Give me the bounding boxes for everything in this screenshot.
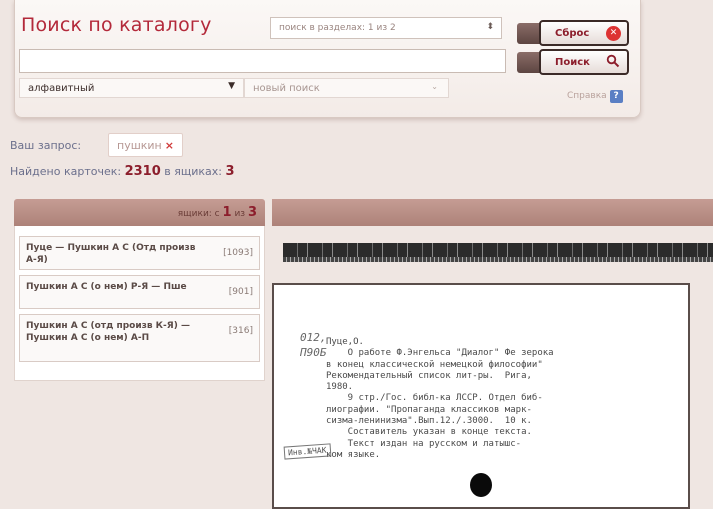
boxes-from: 1 — [222, 205, 232, 220]
box-count: [1093] — [223, 248, 253, 258]
help-link[interactable]: Справка? — [567, 90, 623, 103]
card-thumbnails-scale — [283, 257, 713, 262]
reset-button-label: Сброс — [555, 28, 590, 39]
search-panel: Поиск по каталогу поиск в разделах: 1 из… — [14, 0, 641, 118]
card-text: Пуце,О. О работе Ф.Энгельса "Диалог" Фе … — [326, 337, 554, 460]
search-input[interactable] — [19, 49, 506, 73]
updown-arrow-icon: ⬍ — [486, 22, 494, 32]
boxes-total: 3 — [247, 205, 257, 220]
close-circle-icon: ✕ — [606, 26, 621, 41]
reset-button[interactable]: Сброс ✕ — [539, 20, 629, 46]
search-button-label: Поиск — [555, 57, 590, 68]
mode-select[interactable]: алфавитный ▼ — [19, 78, 244, 98]
card-number: 012, П90Б — [300, 330, 327, 360]
reset-control[interactable]: Сброс ✕ — [517, 20, 629, 47]
box-title: Пуце — Пушкин А С (Отд произв А-Я) — [26, 243, 196, 265]
cards-header — [272, 199, 713, 226]
list-item[interactable]: Пушкин А С (о нем) Р-Я — Пше [901] — [19, 275, 260, 309]
card-shelf-mark: П90Б — [300, 346, 327, 359]
box-title: Пушкин А С (отд произв К-Я) — Пушкин А С… — [26, 321, 190, 343]
query-term: пушкин — [117, 139, 162, 152]
results-summary: Найдено карточек: 2310 в ящиках: 3 — [10, 164, 235, 179]
help-icon: ? — [609, 90, 623, 103]
found-middle: в ящиках: — [164, 165, 222, 178]
search-control[interactable]: Поиск — [517, 49, 629, 76]
catalog-card-image: 012, П90Б Пуце,О. О работе Ф.Энгельса "Д… — [272, 283, 690, 509]
query-label: Ваш запрос: — [10, 139, 82, 152]
boxes-header: ящики: с 1 из 3 — [14, 199, 265, 226]
chevron-down-icon: ⌄ — [431, 82, 438, 91]
search-button[interactable]: Поиск — [539, 49, 629, 75]
new-search-select-value: новый поиск — [253, 83, 320, 94]
list-item[interactable]: Пушкин А С (отд произв К-Я) — Пушкин А С… — [19, 314, 260, 362]
card-number-line: 012, — [300, 331, 327, 344]
list-item[interactable]: Пуце — Пушкин А С (Отд произв А-Я) [1093… — [19, 236, 260, 270]
mode-select-value: алфавитный — [28, 83, 95, 94]
query-chip[interactable]: пушкин × — [108, 133, 183, 157]
dropdown-arrow-icon: ▼ — [228, 81, 235, 91]
boxes-header-prefix: ящики: с — [177, 209, 220, 219]
box-title: Пушкин А С (о нем) Р-Я — Пше — [26, 282, 187, 292]
scope-select[interactable]: поиск в разделах: 1 из 2 ⬍ — [270, 17, 502, 39]
box-count: [316] — [228, 326, 253, 336]
page-title: Поиск по каталогу — [21, 14, 212, 36]
scope-select-value: поиск в разделах: 1 из 2 — [279, 23, 396, 33]
boxes-list: Пуце — Пушкин А С (Отд произв А-Я) [1093… — [14, 226, 265, 381]
boxes-column: ящики: с 1 из 3 Пуце — Пушкин А С (Отд п… — [14, 199, 265, 459]
remove-icon[interactable]: × — [165, 139, 174, 152]
found-prefix: Найдено карточек: — [10, 165, 122, 178]
card-punch-hole — [470, 473, 492, 497]
card-thumbnails-strip[interactable] — [283, 243, 713, 257]
search-icon — [606, 54, 620, 68]
found-cards-count: 2310 — [124, 164, 161, 179]
found-boxes-count: 3 — [225, 164, 235, 179]
boxes-of: из — [234, 209, 246, 219]
box-count: [901] — [228, 287, 253, 297]
card-stamp: Инв.№ЧАК — [283, 443, 331, 460]
help-label: Справка — [567, 91, 607, 101]
new-search-select[interactable]: новый поиск ⌄ — [244, 78, 449, 98]
